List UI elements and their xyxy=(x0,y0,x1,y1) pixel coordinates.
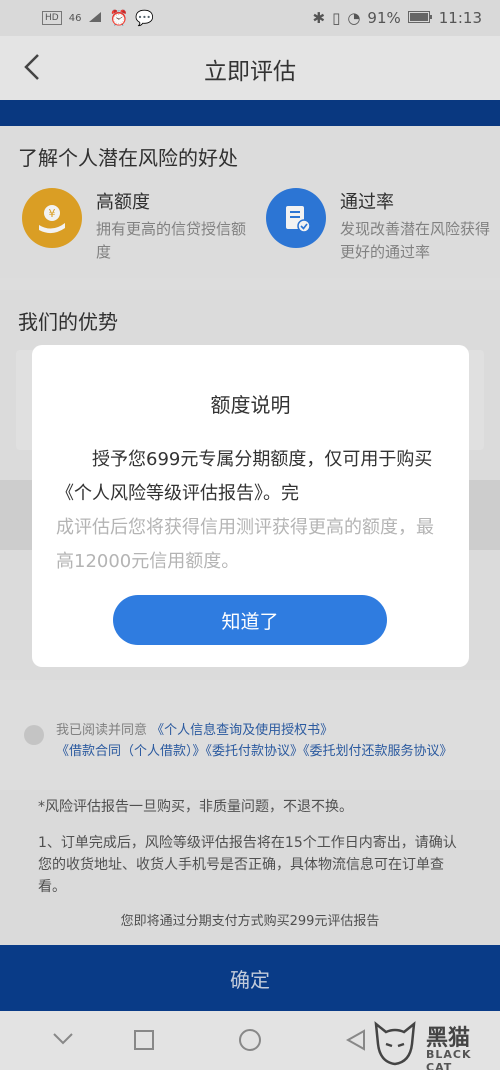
bluetooth-icon: ✱ xyxy=(312,9,326,27)
watermark-sub: BLACK CAT xyxy=(426,1048,472,1070)
limit-info-dialog: 额度说明 授予您699元专属分期额度，仅可用于购买《个人风险等级评估报告》。完 … xyxy=(32,345,469,667)
chat-icon: 💬 xyxy=(135,9,154,27)
chevron-down-icon[interactable] xyxy=(52,1027,74,1052)
status-bar: HD 46 ⏰ 💬 ✱ ▯ ◔ 91% 11:13 xyxy=(0,0,500,36)
battery-percent: 91% xyxy=(367,9,401,27)
dialog-title: 额度说明 xyxy=(210,393,291,417)
black-cat-logo-icon xyxy=(374,1021,416,1066)
vibrate-icon: ▯ xyxy=(332,9,341,27)
hd-icon: HD xyxy=(42,11,62,25)
watermark: 黑猫 BLACK CAT xyxy=(370,1020,492,1070)
recents-square-icon[interactable] xyxy=(133,1029,155,1057)
alarm-icon: ⏰ xyxy=(109,9,129,27)
dialog-ok-button[interactable]: 知道了 xyxy=(113,595,387,645)
signal-icon xyxy=(88,9,102,27)
network-indicator: 46 xyxy=(68,12,82,24)
dialog-body-overlap: 成评估后您将获得信用测评获得更高的额度，最高12000元信用额度。 xyxy=(56,517,434,572)
speed-icon: ◔ xyxy=(347,9,361,27)
dialog-body: 授予您699元专属分期额度，仅可用于购买《个人风险等级评估报告》。完 xyxy=(56,449,433,504)
clock: 11:13 xyxy=(438,9,482,27)
battery-icon xyxy=(407,9,432,27)
page-title: 立即评估 xyxy=(204,59,296,85)
app-header: 立即评估 xyxy=(0,36,500,100)
home-circle-icon[interactable] xyxy=(238,1028,262,1058)
back-triangle-icon[interactable] xyxy=(345,1029,367,1057)
